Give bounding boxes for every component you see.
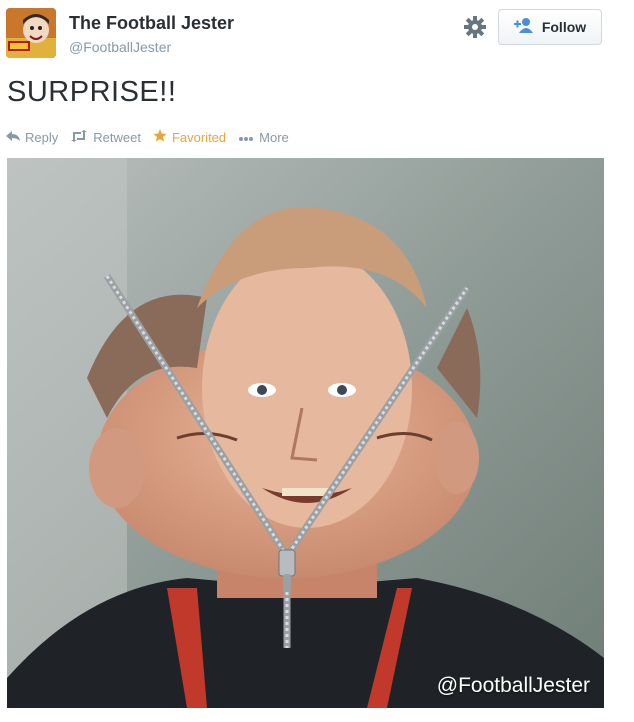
tweet-actions: Reply Retweet Favorited More [6, 127, 301, 147]
account-handle[interactable]: @FootballJester [69, 39, 171, 55]
more-action[interactable]: More [238, 130, 289, 145]
retweet-action[interactable]: Retweet [70, 129, 141, 145]
ellipsis-icon [238, 130, 254, 145]
add-user-icon [513, 17, 534, 38]
reply-icon [6, 130, 20, 145]
more-label: More [259, 129, 289, 145]
gear-icon[interactable] [462, 14, 488, 40]
star-icon [153, 128, 167, 146]
reply-label: Reply [25, 129, 59, 145]
reply-action[interactable]: Reply [6, 130, 58, 145]
retweet-label: Retweet [93, 129, 141, 145]
photo-watermark: @FootballJester [436, 674, 590, 697]
favorite-action[interactable]: Favorited [153, 128, 227, 146]
follow-label: Follow [541, 19, 587, 35]
retweet-icon [70, 129, 88, 145]
follow-button[interactable]: Follow [498, 9, 602, 45]
tweet-photo[interactable]: @FootballJester [7, 158, 604, 708]
avatar[interactable] [6, 8, 56, 58]
photo-illustration [7, 158, 604, 708]
favorited-label: Favorited [171, 129, 227, 145]
account-name[interactable]: The Football Jester [69, 13, 234, 34]
tweet-text: SURPRISE!! [7, 76, 177, 108]
tweet-header: The Football Jester @FootballJester Foll… [0, 0, 634, 70]
